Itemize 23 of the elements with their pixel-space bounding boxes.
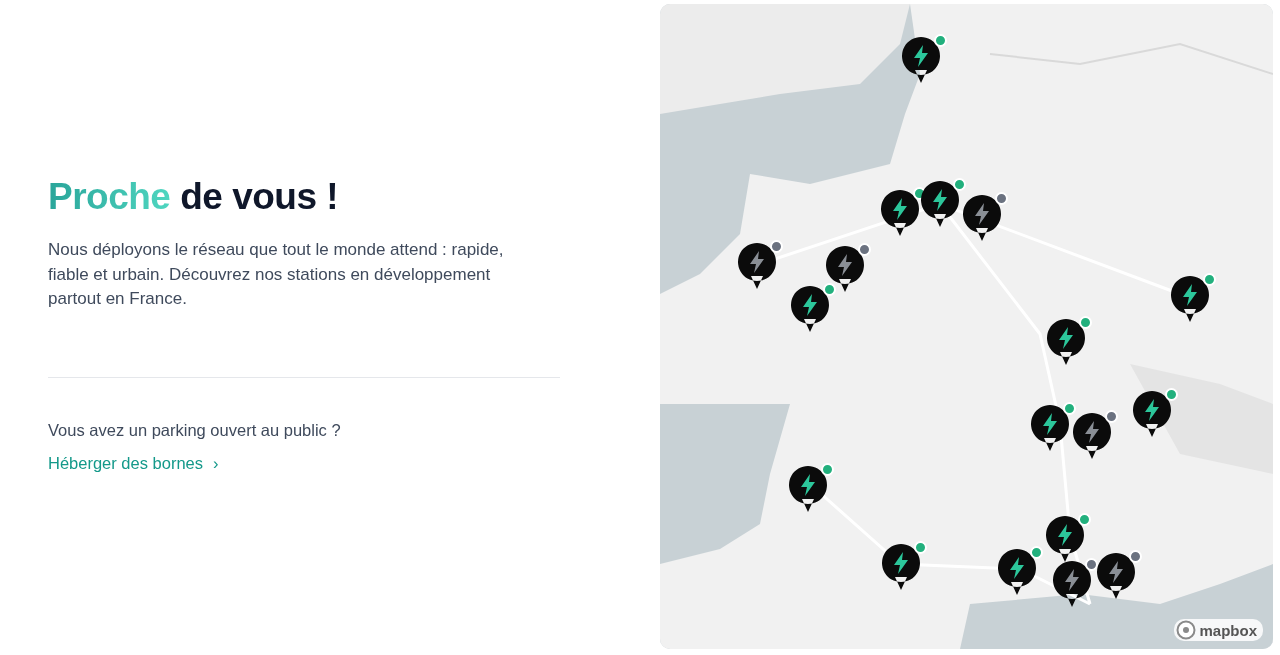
host-chargers-link[interactable]: Héberger des bornes › (48, 453, 219, 473)
charging-pin-icon[interactable] (1046, 318, 1086, 366)
charging-pin-icon[interactable] (920, 180, 960, 228)
charging-pin-icon[interactable] (881, 543, 921, 591)
charging-pin-icon[interactable] (825, 245, 865, 293)
charging-pin-icon[interactable] (1170, 275, 1210, 323)
charging-pin-icon[interactable] (1096, 552, 1136, 600)
charging-pin-icon[interactable] (788, 465, 828, 513)
intro-paragraph: Nous déployons le réseau que tout le monde attend : rapide, fiable et urbain. Découvrez nos stations en développement partout en France. (48, 239, 505, 310)
charging-pin-icon[interactable] (790, 285, 830, 333)
charging-pin-icon[interactable] (1030, 404, 1070, 452)
parking-question: Vous avez un parking ouvert au public ? (48, 420, 342, 440)
map-logo[interactable]: mapbox (1174, 619, 1263, 641)
charging-pin-icon[interactable] (1045, 515, 1085, 563)
section-heading: Proche de vous ! (48, 176, 340, 218)
charging-pin-icon[interactable] (1132, 390, 1172, 438)
charging-pin-icon[interactable] (880, 189, 920, 237)
charging-pin-icon[interactable] (737, 242, 777, 290)
charging-pin-icon[interactable] (1072, 412, 1112, 460)
charging-pin-icon[interactable] (1052, 560, 1092, 608)
charging-pin-icon[interactable] (962, 194, 1002, 242)
charging-pin-icon[interactable] (901, 36, 941, 84)
charging-pin-icon[interactable] (997, 548, 1037, 596)
